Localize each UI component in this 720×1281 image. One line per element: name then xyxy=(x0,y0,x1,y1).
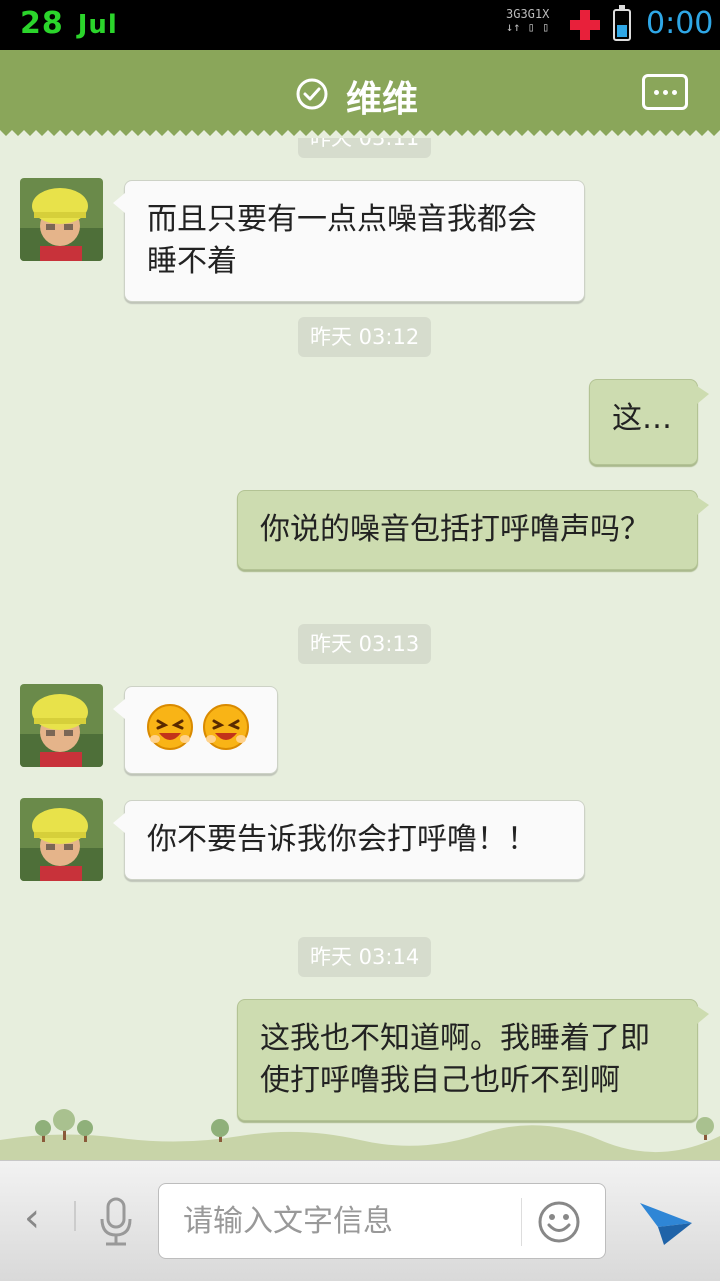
network-signal-icon: 3G3G1X ↓↑ ▯ ▯ xyxy=(506,7,550,34)
message-received[interactable]: 而且只要有一点点噪音我都会睡不着 xyxy=(113,180,585,302)
send-icon[interactable] xyxy=(638,1193,694,1249)
timestamp: 昨天 03:11 xyxy=(298,138,432,158)
chat-title: 维维 xyxy=(346,79,419,120)
message-received[interactable] xyxy=(113,686,278,774)
scenery-decoration xyxy=(0,1109,720,1160)
timestamp: 昨天 03:13 xyxy=(298,624,432,664)
input-bar: ‹ xyxy=(0,1160,720,1281)
divider xyxy=(521,1198,522,1246)
medical-cross-icon xyxy=(570,10,600,40)
header-zigzag-edge xyxy=(0,128,720,136)
message-input[interactable] xyxy=(181,1198,515,1244)
emoji-smiley-icon[interactable] xyxy=(537,1200,581,1244)
timestamp: 昨天 03:14 xyxy=(298,937,432,977)
more-options-icon xyxy=(654,90,659,95)
status-bar: 28 Jul 3G3G1X ↓↑ ▯ ▯ 0:00 xyxy=(0,0,720,50)
laughing-face-icon xyxy=(147,704,249,750)
message-received[interactable]: 你不要告诉我你会打呼噜！！ xyxy=(113,800,585,880)
message-list[interactable]: 昨天 03:11 而且只要有一点点噪音我都会睡不着 昨天 03:12 这… 你说… xyxy=(0,138,720,1160)
check-circle-icon xyxy=(296,78,328,110)
microphone-icon[interactable] xyxy=(96,1197,136,1247)
avatar[interactable] xyxy=(20,684,103,767)
message-sent[interactable]: 你说的噪音包括打呼噜声吗？ xyxy=(237,490,709,570)
battery-icon xyxy=(613,5,631,41)
divider xyxy=(74,1201,76,1231)
status-time: 0:00 xyxy=(646,6,714,41)
status-date: 28 Jul xyxy=(20,6,118,41)
message-sent[interactable]: 这… xyxy=(589,379,709,465)
status-date-day: 28 xyxy=(20,6,64,41)
avatar[interactable] xyxy=(20,178,103,261)
more-options-button[interactable] xyxy=(642,74,688,110)
status-date-month: Jul xyxy=(77,10,118,40)
timestamp: 昨天 03:12 xyxy=(298,317,432,357)
message-input-box[interactable] xyxy=(158,1183,606,1259)
collapse-arrow-button[interactable]: ‹ xyxy=(24,1195,40,1241)
avatar[interactable] xyxy=(20,798,103,881)
